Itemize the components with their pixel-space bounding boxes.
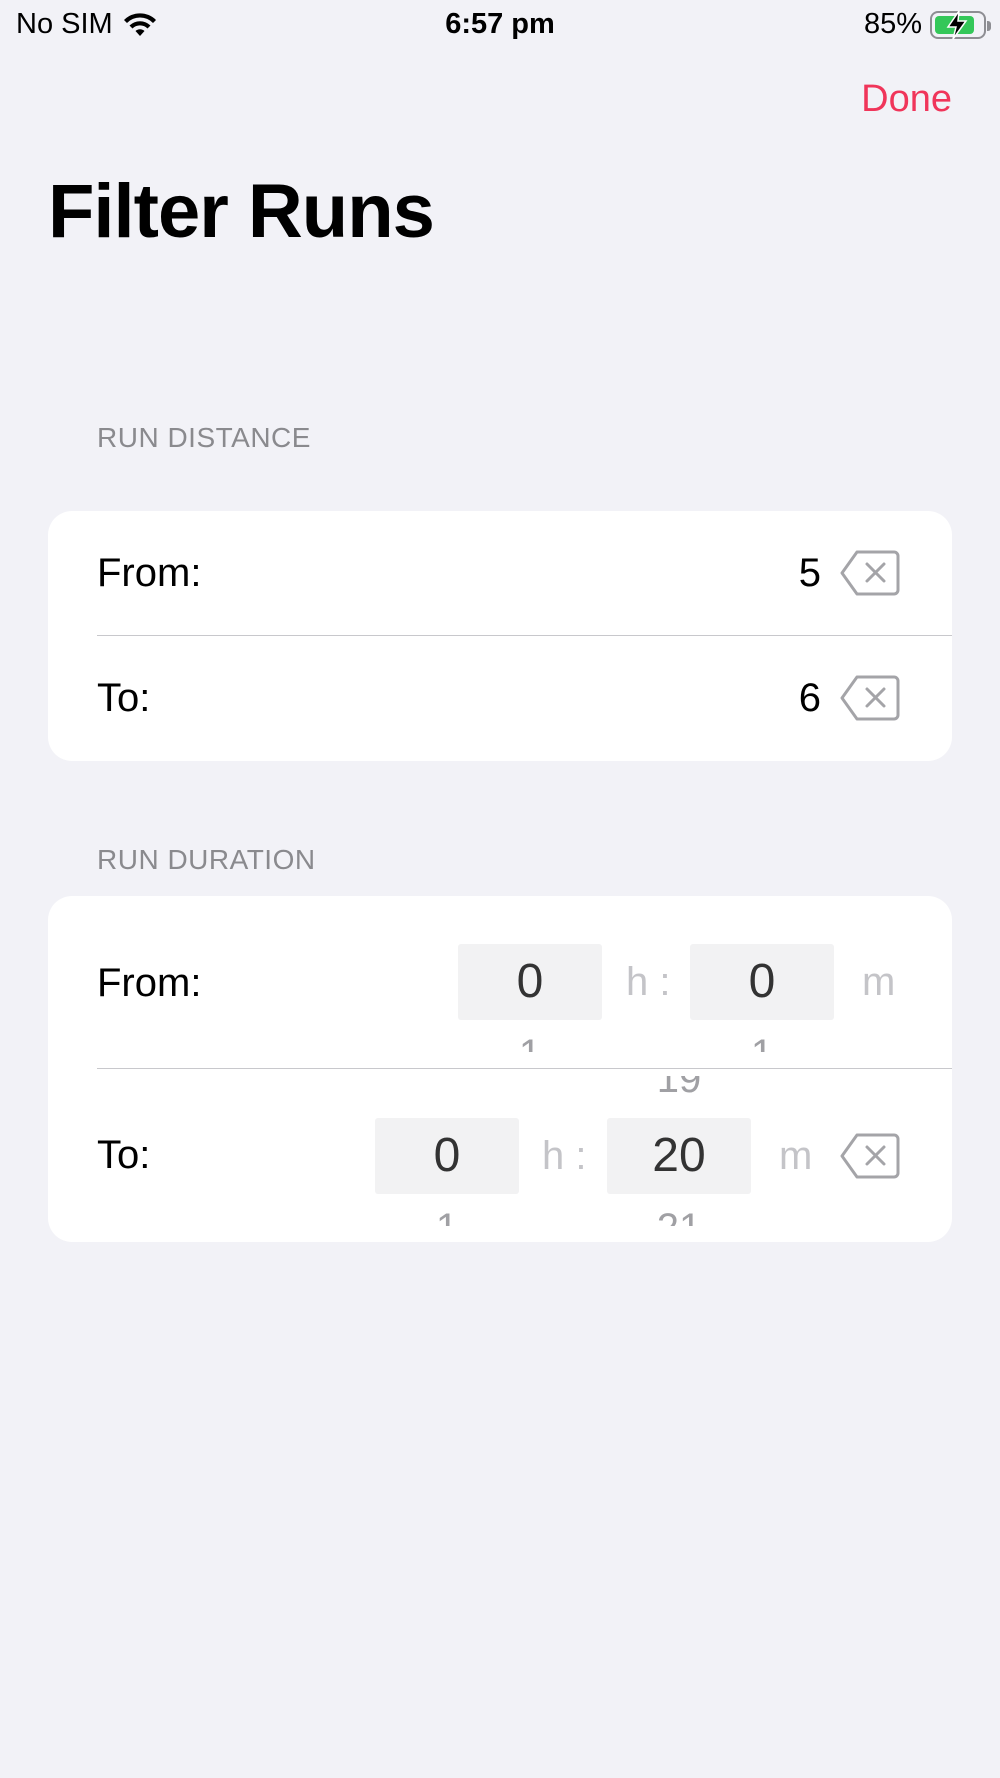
delete-left-icon[interactable]: [840, 550, 900, 596]
distance-to-row[interactable]: To: 6: [48, 636, 952, 761]
done-button[interactable]: Done: [861, 78, 952, 121]
run-duration-card: From: 0 1 h : 0 1 m To: 19 0 1 h : 20 21…: [48, 896, 952, 1242]
from-hours-picker[interactable]: 0: [458, 944, 602, 1020]
from-hours-next: 1: [458, 1026, 602, 1052]
charging-bolt-icon: [946, 10, 968, 39]
to-minutes-unit: m: [779, 1134, 813, 1178]
delete-left-icon[interactable]: [840, 675, 900, 721]
to-hours-unit: h :: [542, 1134, 587, 1178]
filter-runs-screen: No SIM 6:57 pm 85% Done Filter Runs RUN …: [0, 0, 1000, 1778]
to-minutes-next: 21: [607, 1200, 751, 1226]
distance-to-label: To:: [97, 676, 151, 720]
from-minutes-next: 1: [690, 1026, 834, 1052]
battery-group: 85%: [863, 8, 991, 41]
duration-to-label: To:: [97, 1133, 151, 1177]
status-time: 6:57 pm: [445, 8, 555, 40]
run-duration-header: RUN DURATION: [97, 844, 316, 875]
duration-from-label: From:: [97, 961, 202, 1005]
from-minutes-unit: m: [862, 960, 896, 1004]
to-minutes-prev: 19: [656, 1076, 702, 1101]
delete-left-icon[interactable]: [840, 1133, 900, 1179]
to-hours-next: 1: [375, 1200, 519, 1226]
from-minutes-picker[interactable]: 0: [690, 944, 834, 1020]
distance-to-value[interactable]: 6: [799, 636, 821, 761]
row-separator: [97, 1068, 952, 1069]
battery-nub: [987, 20, 991, 31]
distance-from-label: From:: [97, 551, 202, 595]
page-title: Filter Runs: [48, 169, 435, 254]
distance-from-row[interactable]: From: 5: [48, 511, 952, 636]
to-minutes-picker[interactable]: 20: [607, 1118, 751, 1194]
status-bar: No SIM 6:57 pm 85%: [0, 0, 1000, 50]
battery-charging-icon: [930, 10, 991, 39]
battery-percent: 85%: [863, 8, 922, 40]
distance-from-value[interactable]: 5: [799, 511, 821, 636]
to-hours-picker[interactable]: 0: [375, 1118, 519, 1194]
run-distance-header: RUN DISTANCE: [97, 422, 311, 453]
run-distance-card: From: 5 To: 6: [48, 511, 952, 761]
from-hours-unit: h :: [626, 960, 671, 1004]
